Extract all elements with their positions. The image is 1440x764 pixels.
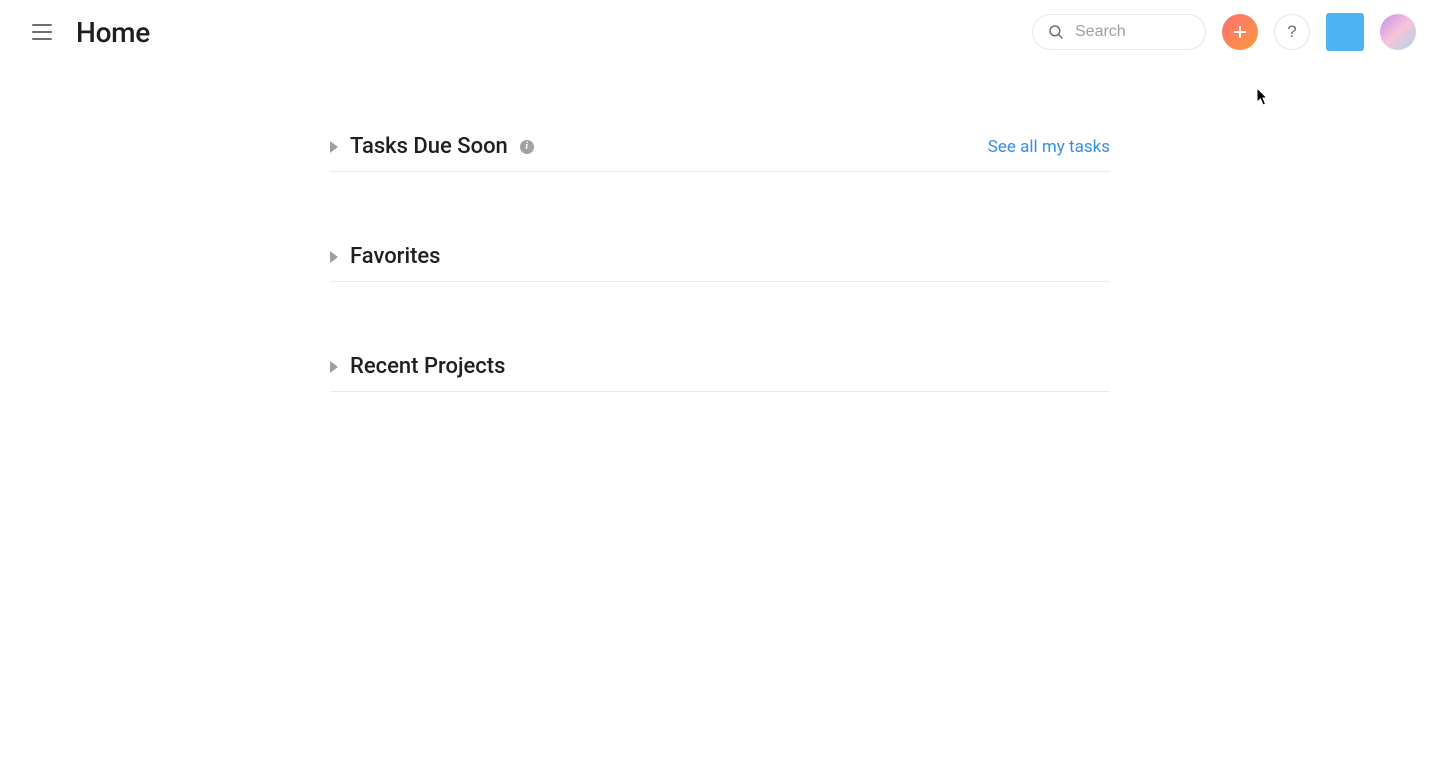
section-header: Tasks Due Soon i See all my tasks [330,134,1110,172]
section-header: Recent Projects [330,354,1110,392]
recent-projects-section: Recent Projects [330,354,1110,392]
section-title: Tasks Due Soon [350,134,508,159]
section-header: Favorites [330,244,1110,282]
caret-right-icon[interactable] [330,141,338,153]
cursor-icon [1256,87,1270,111]
main-content: Tasks Due Soon i See all my tasks Favori… [330,134,1110,392]
section-title: Favorites [350,244,441,269]
help-button[interactable]: ? [1274,14,1310,50]
topbar: Home ? [0,0,1440,64]
caret-right-icon[interactable] [330,361,338,373]
search-wrapper[interactable] [1032,14,1206,50]
tasks-due-soon-section: Tasks Due Soon i See all my tasks [330,134,1110,172]
search-input[interactable] [1075,23,1191,41]
info-icon[interactable]: i [520,140,534,154]
section-title: Recent Projects [350,354,505,379]
see-all-tasks-link[interactable]: See all my tasks [988,137,1110,157]
page-title: Home [76,16,150,49]
question-mark-icon: ? [1287,22,1296,42]
create-button[interactable] [1222,14,1258,50]
search-icon [1047,23,1065,41]
menu-toggle-button[interactable] [24,14,60,50]
workspace-avatar[interactable] [1326,13,1364,51]
plus-icon [1231,23,1249,41]
favorites-section: Favorites [330,244,1110,282]
user-avatar[interactable] [1380,14,1416,50]
caret-right-icon[interactable] [330,251,338,263]
